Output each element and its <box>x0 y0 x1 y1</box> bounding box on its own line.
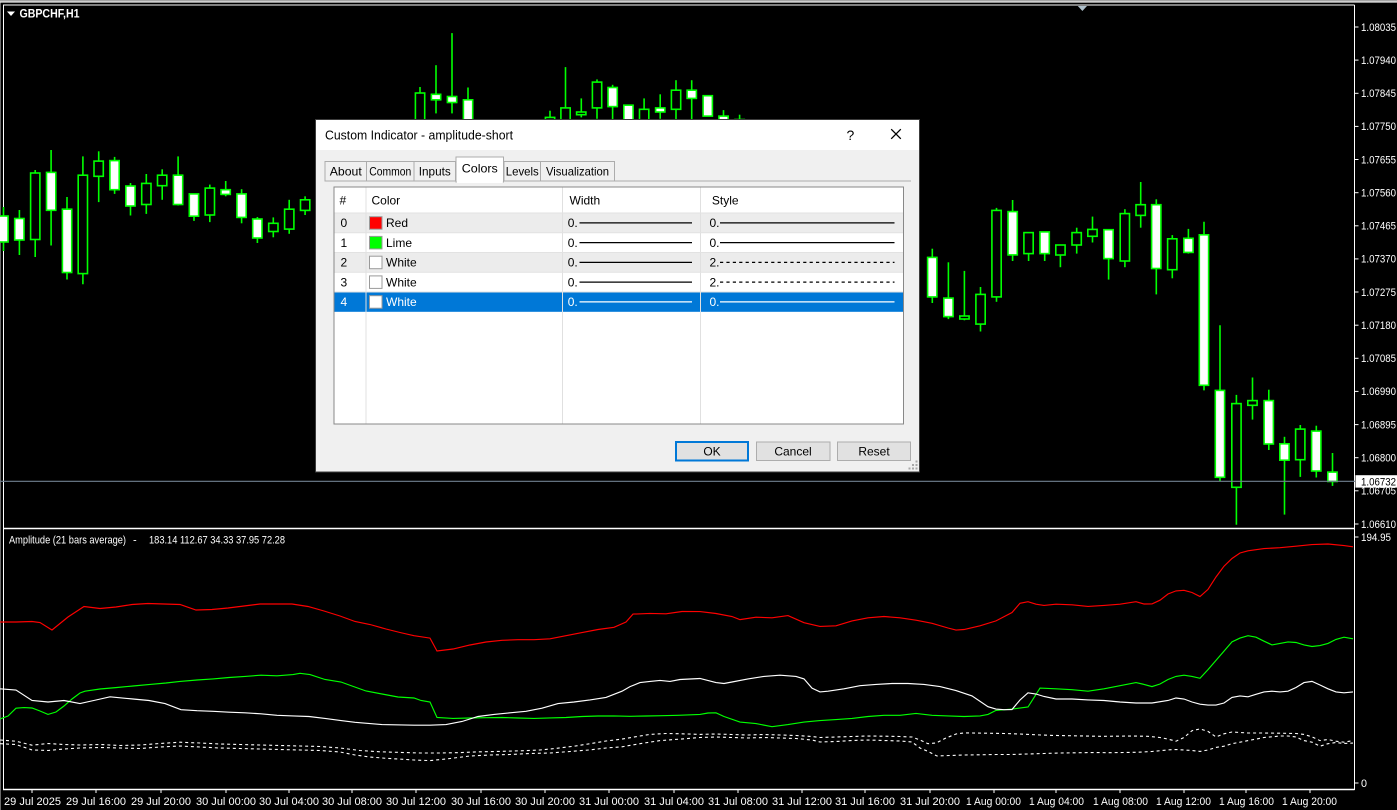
svg-text:1.07940: 1.07940 <box>1361 55 1396 67</box>
svg-text:1.06610: 1.06610 <box>1361 519 1396 531</box>
svg-text:31 Jul 20:00: 31 Jul 20:00 <box>900 796 960 808</box>
svg-text:Color: Color <box>372 194 401 208</box>
svg-text:Cancel: Cancel <box>774 445 811 459</box>
svg-text:White: White <box>386 295 417 309</box>
svg-text:30 Jul 16:00: 30 Jul 16:00 <box>451 796 511 808</box>
svg-text:1 Aug 04:00: 1 Aug 04:00 <box>1029 796 1084 808</box>
svg-text:1.07465: 1.07465 <box>1361 221 1396 233</box>
svg-text:1.07655: 1.07655 <box>1361 154 1396 166</box>
svg-text:Common: Common <box>369 165 411 179</box>
svg-text:1.06895: 1.06895 <box>1361 419 1396 431</box>
svg-text:Levels: Levels <box>506 165 539 179</box>
svg-text:Visualization: Visualization <box>546 165 609 179</box>
svg-text:1.07370: 1.07370 <box>1361 254 1396 266</box>
svg-text:1.07275: 1.07275 <box>1361 287 1396 299</box>
svg-text:3: 3 <box>341 275 348 289</box>
svg-text:Colors: Colors <box>462 162 498 176</box>
svg-text:183.14 112.67 34.33 37.95 72.2: 183.14 112.67 34.33 37.95 72.28 <box>149 535 285 547</box>
svg-text:1 Aug 00:00: 1 Aug 00:00 <box>966 796 1021 808</box>
svg-text:31 Jul 08:00: 31 Jul 08:00 <box>708 796 768 808</box>
svg-text:30 Jul 04:00: 30 Jul 04:00 <box>259 796 319 808</box>
svg-text:Custom Indicator - amplitude-s: Custom Indicator - amplitude-short <box>325 129 514 143</box>
svg-text:1 Aug 08:00: 1 Aug 08:00 <box>1093 796 1148 808</box>
svg-text:1: 1 <box>341 236 348 250</box>
svg-text:Style: Style <box>712 194 739 208</box>
svg-text:30 Jul 12:00: 30 Jul 12:00 <box>386 796 446 808</box>
svg-text:1 Aug 20:00: 1 Aug 20:00 <box>1282 796 1337 808</box>
svg-text:30 Jul 08:00: 30 Jul 08:00 <box>322 796 382 808</box>
svg-text:2.: 2. <box>710 256 720 270</box>
svg-text:Amplitude (21 bars average): Amplitude (21 bars average) <box>9 535 126 547</box>
svg-text:?: ? <box>847 127 855 143</box>
svg-text:0.: 0. <box>568 295 578 309</box>
svg-text:1.07750: 1.07750 <box>1361 121 1396 133</box>
svg-text:0: 0 <box>1361 778 1367 790</box>
svg-text:0.: 0. <box>568 275 578 289</box>
svg-text:29 Jul 16:00: 29 Jul 16:00 <box>66 796 126 808</box>
svg-text:0.: 0. <box>568 236 578 250</box>
svg-text:1.07845: 1.07845 <box>1361 88 1396 100</box>
svg-text:Reset: Reset <box>858 445 890 459</box>
svg-text:29 Jul 2025: 29 Jul 2025 <box>4 796 61 808</box>
svg-text:4: 4 <box>341 295 348 309</box>
svg-text:1.06990: 1.06990 <box>1361 386 1396 398</box>
svg-text:1.07180: 1.07180 <box>1361 320 1396 332</box>
svg-text:1 Aug 12:00: 1 Aug 12:00 <box>1156 796 1211 808</box>
svg-text:GBPCHF,H1: GBPCHF,H1 <box>20 9 81 21</box>
svg-text:2: 2 <box>341 256 348 270</box>
svg-text:0.: 0. <box>710 295 720 309</box>
svg-text:2.: 2. <box>710 275 720 289</box>
svg-text:1 Aug 16:00: 1 Aug 16:00 <box>1219 796 1274 808</box>
svg-text:Inputs: Inputs <box>419 165 451 179</box>
svg-text:1.07560: 1.07560 <box>1361 188 1396 200</box>
svg-text:31 Jul 00:00: 31 Jul 00:00 <box>579 796 639 808</box>
svg-text:31 Jul 12:00: 31 Jul 12:00 <box>772 796 832 808</box>
svg-text:White: White <box>386 275 417 289</box>
svg-text:0.: 0. <box>568 256 578 270</box>
svg-text:1.07085: 1.07085 <box>1361 353 1396 365</box>
svg-text:1.08035: 1.08035 <box>1361 22 1396 34</box>
svg-text:194.95: 194.95 <box>1361 532 1391 544</box>
svg-text:About: About <box>330 165 363 179</box>
svg-text:1.06732: 1.06732 <box>1361 476 1396 488</box>
svg-text:0.: 0. <box>568 216 578 230</box>
svg-text:1.06800: 1.06800 <box>1361 453 1396 465</box>
svg-text:Red: Red <box>386 216 408 230</box>
svg-text:#: # <box>340 194 347 208</box>
svg-text:0.: 0. <box>710 236 720 250</box>
svg-text:Width: Width <box>570 194 601 208</box>
svg-text:-: - <box>133 535 137 547</box>
svg-text:30 Jul 20:00: 30 Jul 20:00 <box>515 796 575 808</box>
svg-text:OK: OK <box>703 445 720 459</box>
svg-text:31 Jul 04:00: 31 Jul 04:00 <box>644 796 704 808</box>
svg-text:31 Jul 16:00: 31 Jul 16:00 <box>835 796 895 808</box>
svg-text:White: White <box>386 256 417 270</box>
svg-text:0.: 0. <box>710 216 720 230</box>
svg-text:Lime: Lime <box>386 236 412 250</box>
svg-text:30 Jul 00:00: 30 Jul 00:00 <box>196 796 256 808</box>
svg-text:29 Jul 20:00: 29 Jul 20:00 <box>131 796 191 808</box>
svg-text:0: 0 <box>341 216 348 230</box>
